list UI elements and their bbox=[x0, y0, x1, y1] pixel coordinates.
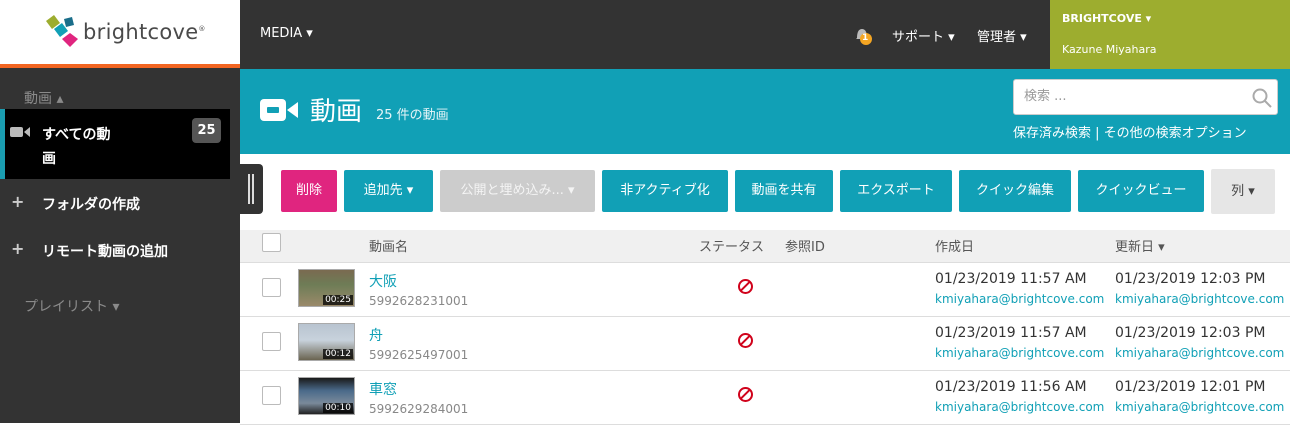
created-by-link[interactable]: kmiyahara@brightcove.com bbox=[935, 400, 1104, 414]
row-checkbox[interactable] bbox=[262, 386, 281, 405]
search-input[interactable]: 検索 ... bbox=[1013, 79, 1278, 115]
created-date: 01/23/2019 11:57 AM bbox=[935, 271, 1087, 287]
updated-by-link[interactable]: kmiyahara@brightcove.com bbox=[1115, 346, 1284, 360]
row-checkbox[interactable] bbox=[262, 332, 281, 351]
column-header-reference-id[interactable]: 参照ID bbox=[785, 236, 825, 255]
created-by-link[interactable]: kmiyahara@brightcove.com bbox=[935, 292, 1104, 306]
row-checkbox[interactable] bbox=[262, 278, 281, 297]
video-camera-icon bbox=[10, 127, 30, 137]
top-nav: MEDIA ▾ 1 サポート ▾ 管理者 ▾ bbox=[240, 0, 1050, 69]
video-duration: 00:25 bbox=[323, 295, 353, 305]
search-icon[interactable] bbox=[1252, 88, 1272, 108]
created-date: 01/23/2019 11:57 AM bbox=[935, 325, 1087, 341]
brightcove-logo-icon bbox=[46, 15, 78, 47]
video-name-link[interactable]: 舟 bbox=[369, 325, 383, 345]
columns-button[interactable]: 列 ▾ bbox=[1211, 169, 1275, 214]
video-camera-icon bbox=[260, 99, 298, 121]
video-id: 5992628231001 bbox=[369, 294, 469, 308]
video-name-link[interactable]: 大阪 bbox=[369, 271, 397, 291]
created-date: 01/23/2019 11:56 AM bbox=[935, 379, 1087, 395]
share-video-button[interactable]: 動画を共有 bbox=[735, 170, 833, 212]
updated-by-link[interactable]: kmiyahara@brightcove.com bbox=[1115, 400, 1284, 414]
delete-button[interactable]: 削除 bbox=[281, 170, 337, 212]
updated-by-link[interactable]: kmiyahara@brightcove.com bbox=[1115, 292, 1284, 306]
plus-icon: + bbox=[11, 192, 25, 211]
column-header-status[interactable]: ステータス bbox=[699, 236, 764, 255]
user-name: Kazune Miyahara bbox=[1062, 43, 1157, 56]
select-all-checkbox[interactable] bbox=[262, 233, 281, 252]
sidebar-collapse-handle[interactable] bbox=[240, 164, 263, 214]
page-title: 動画 bbox=[310, 97, 363, 127]
sidebar-section-videos[interactable]: 動画 ▴ bbox=[24, 88, 63, 108]
publish-embed-button[interactable]: 公開と埋め込み... ▾ bbox=[440, 170, 595, 212]
page-header: 動画 25 件の動画 検索 ... 保存済み検索 | その他の検索オプション bbox=[240, 69, 1290, 154]
table-row[interactable]: 00:12 舟 5992625497001 01/23/2019 11:57 A… bbox=[240, 317, 1290, 371]
plus-icon: + bbox=[11, 239, 25, 258]
inactive-status-icon bbox=[738, 279, 753, 294]
quick-view-button[interactable]: クイックビュー bbox=[1078, 170, 1204, 212]
video-name-link[interactable]: 車窓 bbox=[369, 379, 397, 399]
sidebar: brightcove® 動画 ▴ すべての動 画 25 + フォルダの作成 + … bbox=[0, 0, 240, 423]
column-header-created[interactable]: 作成日 bbox=[935, 236, 974, 255]
video-count-badge: 25 bbox=[192, 118, 221, 143]
video-thumbnail[interactable]: 00:25 bbox=[298, 269, 355, 307]
column-header-name[interactable]: 動画名 bbox=[369, 236, 408, 255]
export-button[interactable]: エクスポート bbox=[840, 170, 952, 212]
video-duration: 00:10 bbox=[323, 403, 353, 413]
notification-count: 1 bbox=[862, 33, 869, 43]
video-thumbnail[interactable]: 00:12 bbox=[298, 323, 355, 361]
inactive-status-icon bbox=[738, 333, 753, 348]
table-header: 動画名 ステータス 参照ID 作成日 更新日 ▾ bbox=[240, 230, 1290, 263]
quick-edit-button[interactable]: クイック編集 bbox=[959, 170, 1071, 212]
sidebar-item-create-folder[interactable]: フォルダの作成 bbox=[42, 194, 140, 214]
account-name: BRIGHTCOVE ▾ bbox=[1062, 12, 1152, 25]
updated-date: 01/23/2019 12:01 PM bbox=[1115, 379, 1266, 395]
sidebar-item-all-videos-label-2: 画 bbox=[42, 151, 56, 167]
inactive-status-icon bbox=[738, 387, 753, 402]
sidebar-item-all-videos-label: すべての動 bbox=[42, 127, 111, 143]
nav-admin[interactable]: 管理者 ▾ bbox=[977, 26, 1027, 45]
brand-accent-bar bbox=[0, 64, 240, 68]
deactivate-button[interactable]: 非アクティブ化 bbox=[602, 170, 728, 212]
updated-date: 01/23/2019 12:03 PM bbox=[1115, 271, 1266, 287]
account-menu[interactable]: BRIGHTCOVE ▾ Kazune Miyahara bbox=[1050, 0, 1290, 69]
add-to-button[interactable]: 追加先 ▾ bbox=[344, 170, 433, 212]
search-options-links[interactable]: 保存済み検索 | その他の検索オプション bbox=[1013, 122, 1247, 141]
table-row[interactable]: 00:10 車窓 5992629284001 01/23/2019 11:56 … bbox=[240, 371, 1290, 425]
brand-name: brightcove® bbox=[83, 20, 206, 44]
updated-date: 01/23/2019 12:03 PM bbox=[1115, 325, 1266, 341]
table-row[interactable]: 00:25 大阪 5992628231001 01/23/2019 11:57 … bbox=[240, 263, 1290, 317]
sidebar-section-playlists[interactable]: プレイリスト ▾ bbox=[24, 296, 119, 316]
video-count-text: 25 件の動画 bbox=[376, 108, 449, 123]
video-duration: 00:12 bbox=[323, 349, 353, 359]
video-id: 5992629284001 bbox=[369, 402, 469, 416]
logo-area[interactable]: brightcove® bbox=[0, 0, 240, 64]
created-by-link[interactable]: kmiyahara@brightcove.com bbox=[935, 346, 1104, 360]
nav-support[interactable]: サポート ▾ bbox=[892, 26, 955, 45]
column-header-updated[interactable]: 更新日 ▾ bbox=[1115, 236, 1165, 255]
video-thumbnail[interactable]: 00:10 bbox=[298, 377, 355, 415]
sidebar-item-add-remote-video[interactable]: リモート動画の追加 bbox=[42, 241, 168, 261]
video-id: 5992625497001 bbox=[369, 348, 469, 362]
nav-media[interactable]: MEDIA ▾ bbox=[260, 26, 313, 41]
